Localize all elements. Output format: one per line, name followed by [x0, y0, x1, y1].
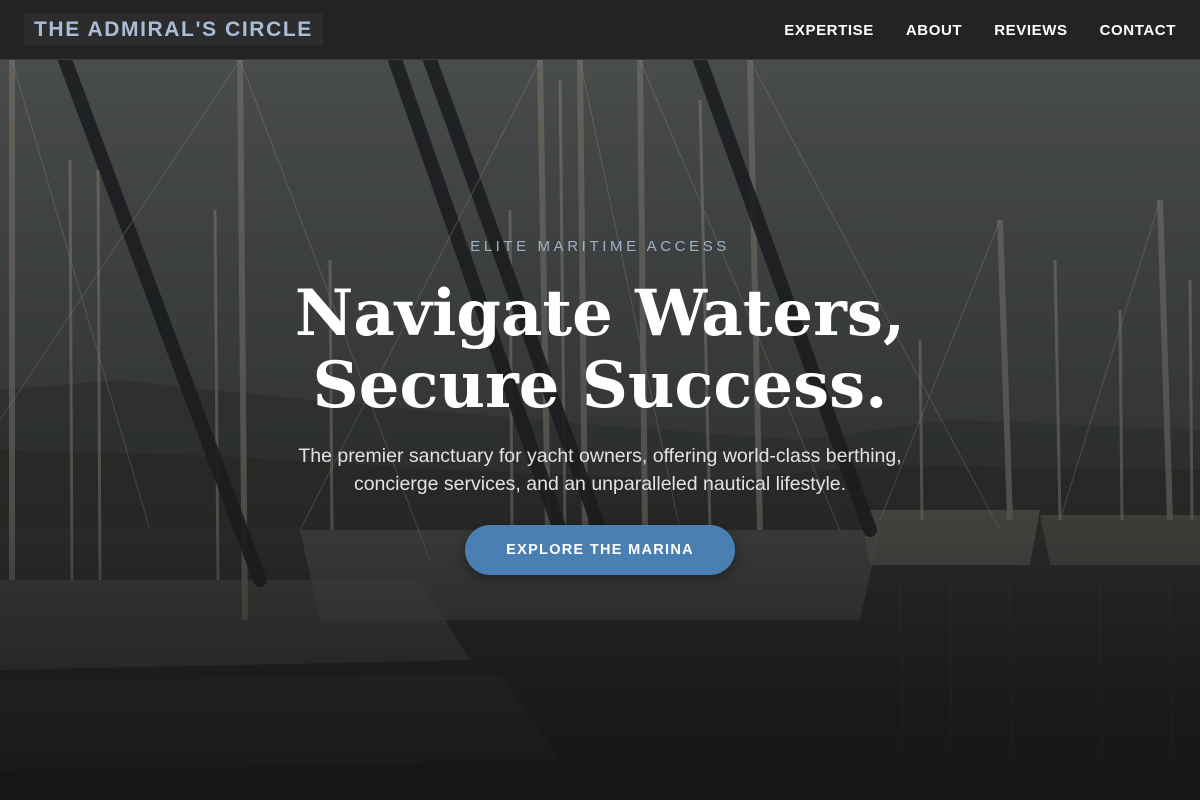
hero-headline-line-1: Navigate Waters, [294, 276, 906, 351]
hero-headline-line-2: Secure Success. [312, 348, 888, 423]
nav-link-about[interactable]: ABOUT [906, 22, 962, 39]
main-nav: EXPERTISE ABOUT REVIEWS CONTACT [784, 0, 1176, 60]
site-logo[interactable]: THE ADMIRAL'S CIRCLE [24, 14, 323, 46]
site-logo-text: THE ADMIRAL'S CIRCLE [34, 18, 313, 41]
hero-section: ELITE MARITIME ACCESS Navigate Waters, S… [0, 60, 1200, 800]
nav-link-reviews[interactable]: REVIEWS [994, 22, 1067, 39]
nav-link-expertise[interactable]: EXPERTISE [784, 22, 874, 39]
hero-headline: Navigate Waters, Secure Success. [0, 278, 1200, 422]
hero-subtext: The premier sanctuary for yacht owners, … [298, 445, 902, 495]
nav-link-contact[interactable]: CONTACT [1100, 22, 1176, 39]
top-navbar: THE ADMIRAL'S CIRCLE EXPERTISE ABOUT REV… [0, 0, 1200, 60]
explore-marina-button[interactable]: EXPLORE THE MARINA [465, 525, 735, 575]
hero-eyebrow: ELITE MARITIME ACCESS [470, 238, 730, 255]
hero-dark-overlay [0, 60, 1200, 800]
